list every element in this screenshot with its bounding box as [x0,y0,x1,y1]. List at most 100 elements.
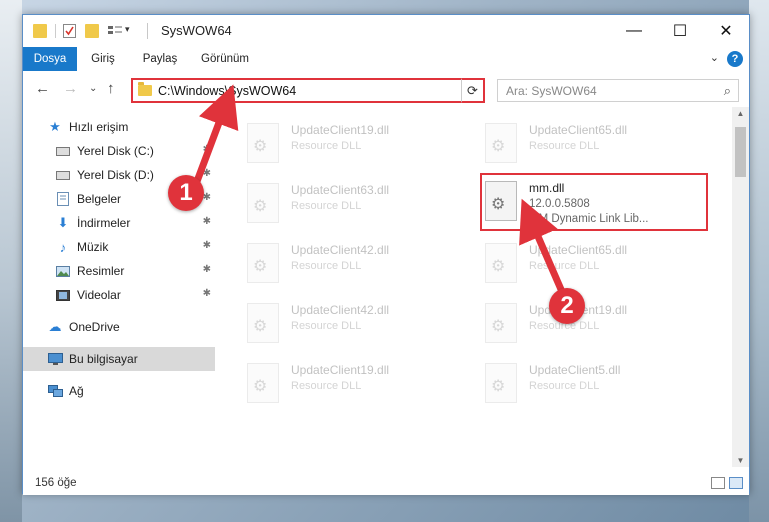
tab-dosya[interactable]: Dosya [23,47,77,71]
computer-icon [47,352,63,366]
title-divider [147,23,148,39]
videos-icon [55,288,71,302]
sidebar-item-disk-c[interactable]: Yerel Disk (C:) ✱ [23,139,215,163]
address-bar[interactable]: C:\Windows\SysWOW64 ⌄ [131,78,483,103]
sidebar-item-label: Belgeler [77,192,122,206]
list-item[interactable]: UpdateClient19.dll Resource DLL [239,357,467,409]
item-count: 156 öğe [35,477,77,489]
pin-icon[interactable]: ✱ [203,168,211,179]
search-icon: ⌕ [723,83,731,98]
list-item[interactable]: UpdateClient19.dll Resource DLL [477,297,705,349]
sidebar-item-onedrive[interactable]: ☁ OneDrive [23,315,215,339]
pin-icon[interactable]: ✱ [203,144,211,155]
recent-locations-icon[interactable]: ⌄ [89,83,97,94]
sidebar-item-label: Müzik [77,240,109,254]
refresh-button[interactable]: ⟳ [461,78,485,103]
sidebar-item-label: Yerel Disk (D:) [77,168,154,182]
dll-file-icon [247,243,279,283]
tab-gorunum[interactable]: Görünüm [195,47,255,71]
search-placeholder: Ara: SysWOW64 [506,83,597,98]
pin-icon[interactable]: ✱ [203,264,211,275]
up-arrow-icon[interactable]: ↑ [107,80,115,97]
dll-file-icon [247,183,279,223]
close-button[interactable]: ✕ [703,15,749,47]
list-item[interactable]: UpdateClient63.dll Resource DLL [239,177,467,229]
highlight-box [480,173,708,231]
file-description: Resource DLL [291,320,362,332]
sidebar-item-downloads[interactable]: ⬇ İndirmeler ✱ [23,211,215,235]
dll-file-icon [485,303,517,343]
sidebar-item-videos[interactable]: Videolar ✱ [23,283,215,307]
sidebar-item-network[interactable]: Ağ [23,379,215,403]
sidebar-item-label: Resimler [77,264,125,278]
download-icon: ⬇ [57,215,69,230]
large-icons-view-icon[interactable] [729,477,743,489]
file-name: UpdateClient65.dll [529,123,628,137]
file-description: Resource DLL [291,260,362,272]
list-item[interactable]: UpdateClient42.dll Resource DLL [239,297,467,349]
file-description: Resource DLL [529,260,600,272]
vertical-scrollbar[interactable]: ▲ ▼ [732,107,749,467]
minimize-button[interactable]: — [611,15,657,47]
navigation-pane: ★ Hızlı erişim Yerel Disk (C:) ✱ Yerel D… [23,107,215,467]
file-name: UpdateClient42.dll [291,303,390,317]
list-item[interactable]: UpdateClient19.dll Resource DLL [239,117,467,169]
file-name: UpdateClient42.dll [291,243,390,257]
file-name: UpdateClient65.dll [529,243,628,257]
new-folder-icon[interactable] [85,24,99,38]
address-path: C:\Windows\SysWOW64 [158,83,297,98]
sidebar-item-music[interactable]: ♪ Müzik ✱ [23,235,215,259]
quick-access-dropdown-icon[interactable]: ▾ [125,24,130,38]
checkmark-icon [65,26,74,36]
navigation-bar: ← → ⌄ ↑ C:\Windows\SysWOW64 ⌄ ⟳ Ara: Sys… [23,71,749,107]
tab-paylas[interactable]: Paylaş [135,47,185,71]
file-description: Resource DLL [291,200,362,212]
pin-icon[interactable]: ✱ [203,216,211,227]
sidebar-item-label: İndirmeler [77,216,131,230]
list-item[interactable]: UpdateClient5.dll Resource DLL [477,357,705,409]
list-item[interactable]: UpdateClient65.dll Resource DLL [477,237,705,289]
window-title: SysWOW64 [161,23,232,38]
step-badge-1: 1 [168,175,204,211]
sidebar-item-pictures[interactable]: Resimler ✱ [23,259,215,283]
sidebar-item-label: Videolar [77,288,121,302]
sidebar-item-quick-access[interactable]: ★ Hızlı erişim [23,115,215,139]
details-view-icon[interactable] [711,477,725,489]
forward-arrow-icon[interactable]: → [63,80,78,97]
scroll-up-icon[interactable]: ▲ [732,109,749,118]
tab-giris[interactable]: Giriş [83,47,123,71]
file-description: Resource DLL [291,140,362,152]
dll-file-icon [247,303,279,343]
file-description: Resource DLL [529,380,600,392]
title-bar: ▾ SysWOW64 — ☐ ✕ [23,15,749,47]
dll-file-icon [247,363,279,403]
explorer-window: ▾ SysWOW64 — ☐ ✕ Dosya Giriş Paylaş Görü… [22,14,750,495]
sidebar-item-label: Hızlı erişim [69,120,129,134]
folder-icon [33,24,47,38]
back-arrow-icon[interactable]: ← [35,80,50,97]
sidebar-item-this-pc[interactable]: Bu bilgisayar [23,347,215,371]
ribbon-expand-icon[interactable]: ⌄ [710,51,719,64]
sidebar-item-label: OneDrive [69,320,120,334]
cloud-icon: ☁ [48,319,62,334]
desktop-background-left [0,0,22,522]
pin-icon[interactable]: ✱ [203,288,211,299]
pin-icon[interactable]: ✱ [203,240,211,251]
ribbon-tabs: Dosya Giriş Paylaş Görünüm ⌄ ? [23,47,749,71]
list-item[interactable]: UpdateClient42.dll Resource DLL [239,237,467,289]
maximize-button[interactable]: ☐ [657,15,703,47]
file-name: UpdateClient5.dll [529,363,621,377]
toolbar-divider [55,24,56,38]
network-icon [47,384,63,398]
file-list: UpdateClient19.dll Resource DLL UpdateCl… [219,107,733,467]
search-input[interactable]: Ara: SysWOW64 ⌕ [497,79,739,102]
list-item[interactable]: UpdateClient65.dll Resource DLL [477,117,705,169]
scroll-down-icon[interactable]: ▼ [732,456,749,465]
music-icon: ♪ [59,239,67,255]
sidebar-item-label: Ağ [69,384,84,398]
help-icon[interactable]: ? [727,51,743,67]
scrollbar-thumb[interactable] [735,127,746,177]
file-description: Resource DLL [529,140,600,152]
properties-icon[interactable] [63,24,76,38]
customize-icon[interactable] [107,24,122,38]
